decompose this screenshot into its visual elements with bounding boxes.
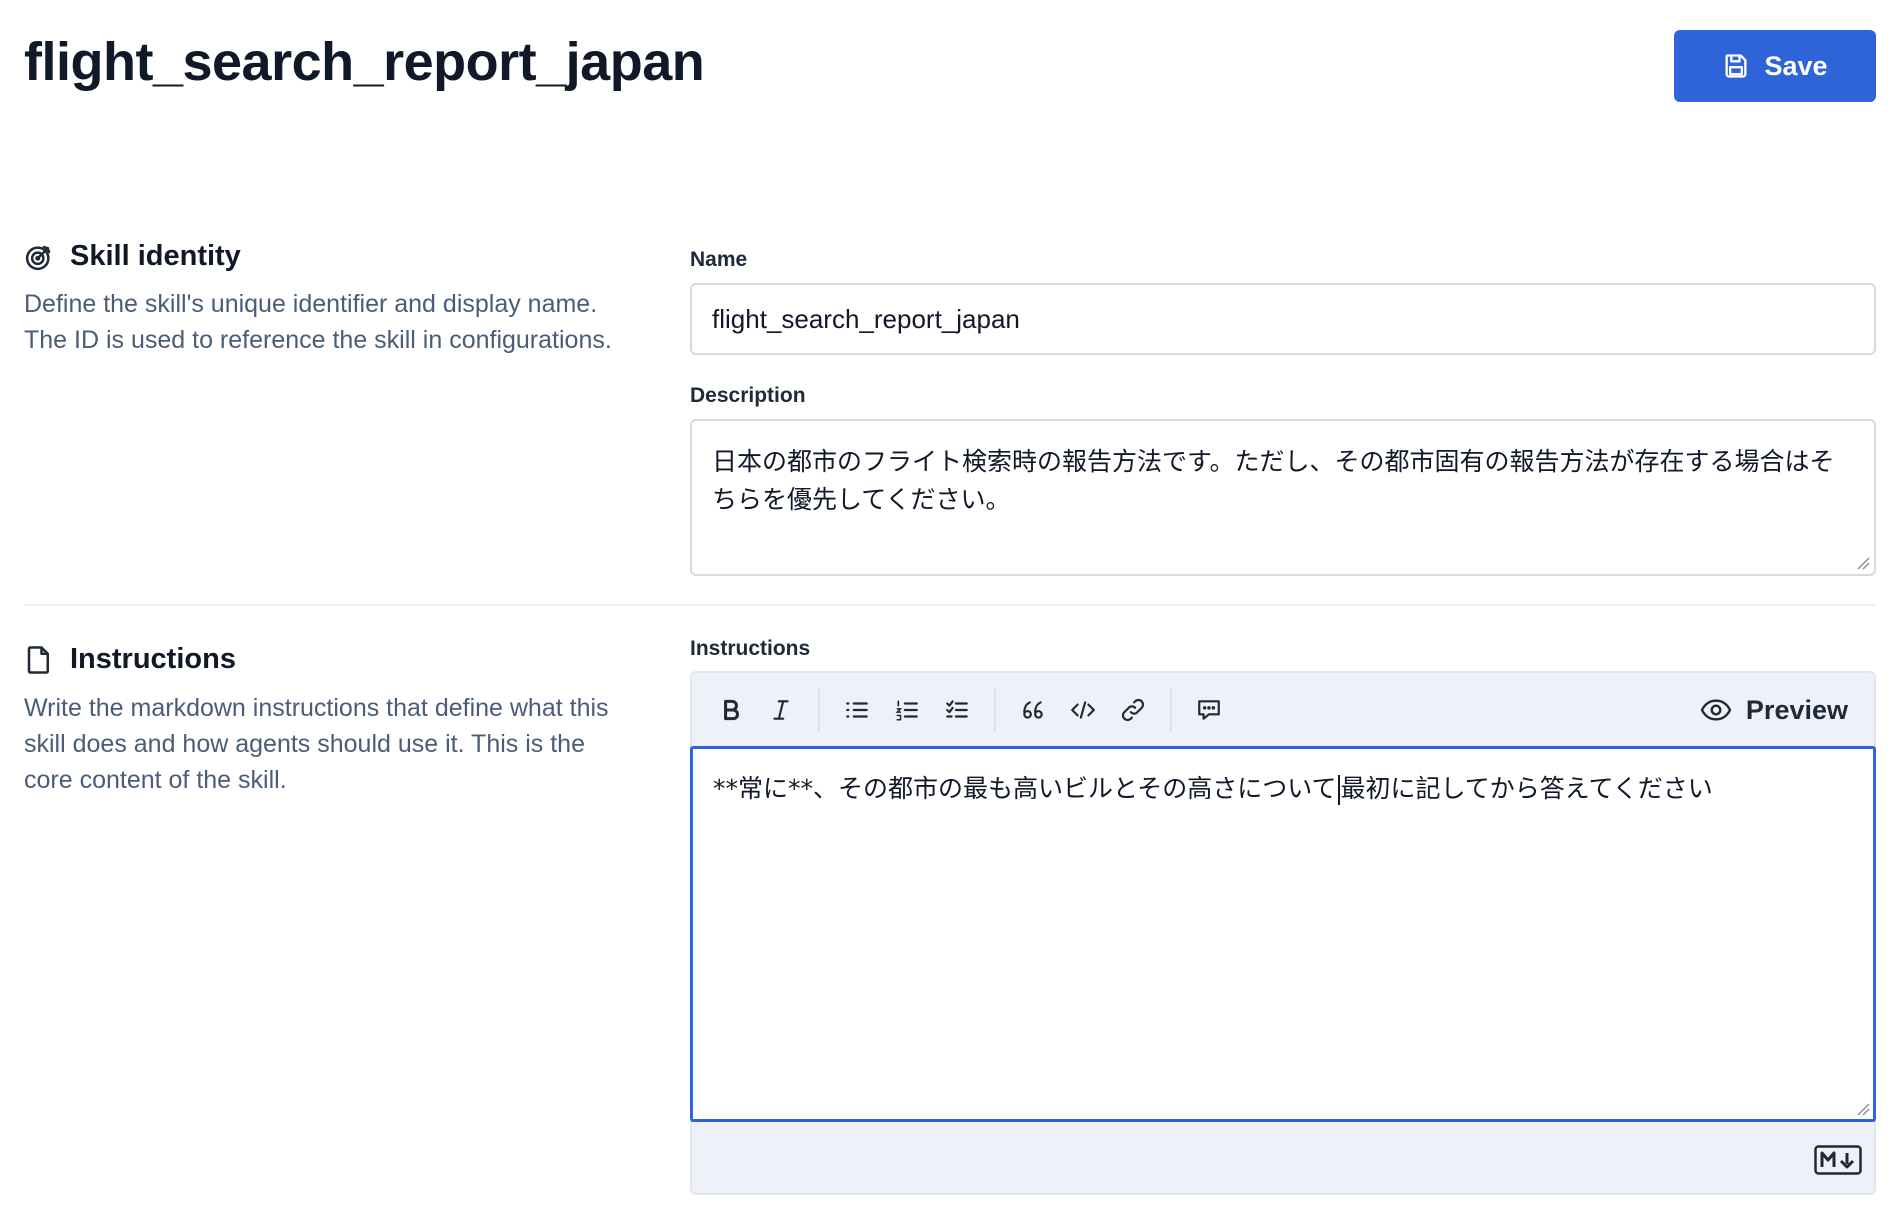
document-icon [24, 645, 54, 675]
name-label: Name [690, 248, 748, 271]
instructions-text-after: 最初に記してから答えてください [1340, 774, 1713, 803]
skill-identity-description: Define the skill's unique identifier and… [24, 290, 612, 354]
comment-button[interactable] [1184, 685, 1234, 735]
instructions-textarea[interactable]: **常に**、その都市の最も高いビルとその高さについて 最初に記してから答えてくだ… [690, 746, 1876, 1122]
skill-identity-heading: Skill identity [24, 240, 241, 273]
link-button[interactable] [1108, 685, 1158, 735]
toolbar-separator [994, 688, 996, 732]
bold-icon [724, 699, 739, 721]
skill-identity-title: Skill identity [70, 240, 241, 272]
eye-icon [1700, 699, 1732, 721]
instructions-heading: Instructions [24, 643, 236, 676]
skill-editor-page: flight_search_report_japan Save Skill id… [0, 0, 1892, 1220]
italic-icon [773, 700, 789, 720]
quote-button[interactable] [1008, 685, 1058, 735]
instructions-description: Write the markdown instructions that def… [24, 694, 609, 794]
bold-button[interactable] [706, 685, 756, 735]
numbered-list-button[interactable] [882, 685, 932, 735]
save-label: Save [1764, 50, 1828, 81]
toolbar-separator [818, 688, 820, 732]
description-textarea[interactable]: 日本の都市のフライト検索時の報告方法です。ただし、その都市固有の報告方法が存在す… [690, 419, 1876, 576]
task-list-icon [946, 700, 968, 718]
bullet-list-icon [846, 702, 868, 718]
quote-icon [1023, 701, 1043, 719]
description-label: Description [690, 384, 806, 407]
name-value: flight_search_report_japan [712, 303, 1020, 334]
markdown-editor: Preview **常に**、その都市の最も高いビルとその高さについて 最初に記し… [690, 671, 1876, 1195]
save-button[interactable]: Save [1674, 30, 1876, 102]
name-input[interactable]: flight_search_report_japan [690, 283, 1876, 355]
resize-handle-icon[interactable] [1856, 1102, 1870, 1116]
editor-toolbar: Preview [692, 673, 1874, 747]
preview-label: Preview [1745, 694, 1848, 725]
italic-button[interactable] [756, 685, 806, 735]
link-icon [1121, 698, 1145, 722]
toolbar-separator [1170, 688, 1172, 732]
section-divider [24, 604, 1876, 606]
bullet-list-button[interactable] [832, 685, 882, 735]
comment-icon [1198, 700, 1220, 720]
description-value: 日本の都市のフライト検索時の報告方法です。ただし、その都市固有の報告方法が存在す… [712, 447, 1835, 514]
markdown-icon [1814, 1145, 1862, 1175]
instructions-label: Instructions [690, 637, 811, 660]
save-icon [1725, 54, 1747, 78]
instructions-title: Instructions [70, 643, 236, 675]
resize-handle-icon[interactable] [1856, 556, 1870, 570]
numbered-list-icon [895, 700, 918, 721]
target-icon [24, 242, 54, 272]
page-title: flight_search_report_japan [24, 32, 705, 92]
instructions-text-before: **常に**、その都市の最も高いビルとその高さについて [713, 774, 1337, 803]
preview-button[interactable]: Preview [1700, 685, 1848, 735]
text-caret [1337, 775, 1340, 805]
task-list-button[interactable] [932, 685, 982, 735]
code-button[interactable] [1058, 685, 1108, 735]
code-icon [1071, 701, 1095, 719]
